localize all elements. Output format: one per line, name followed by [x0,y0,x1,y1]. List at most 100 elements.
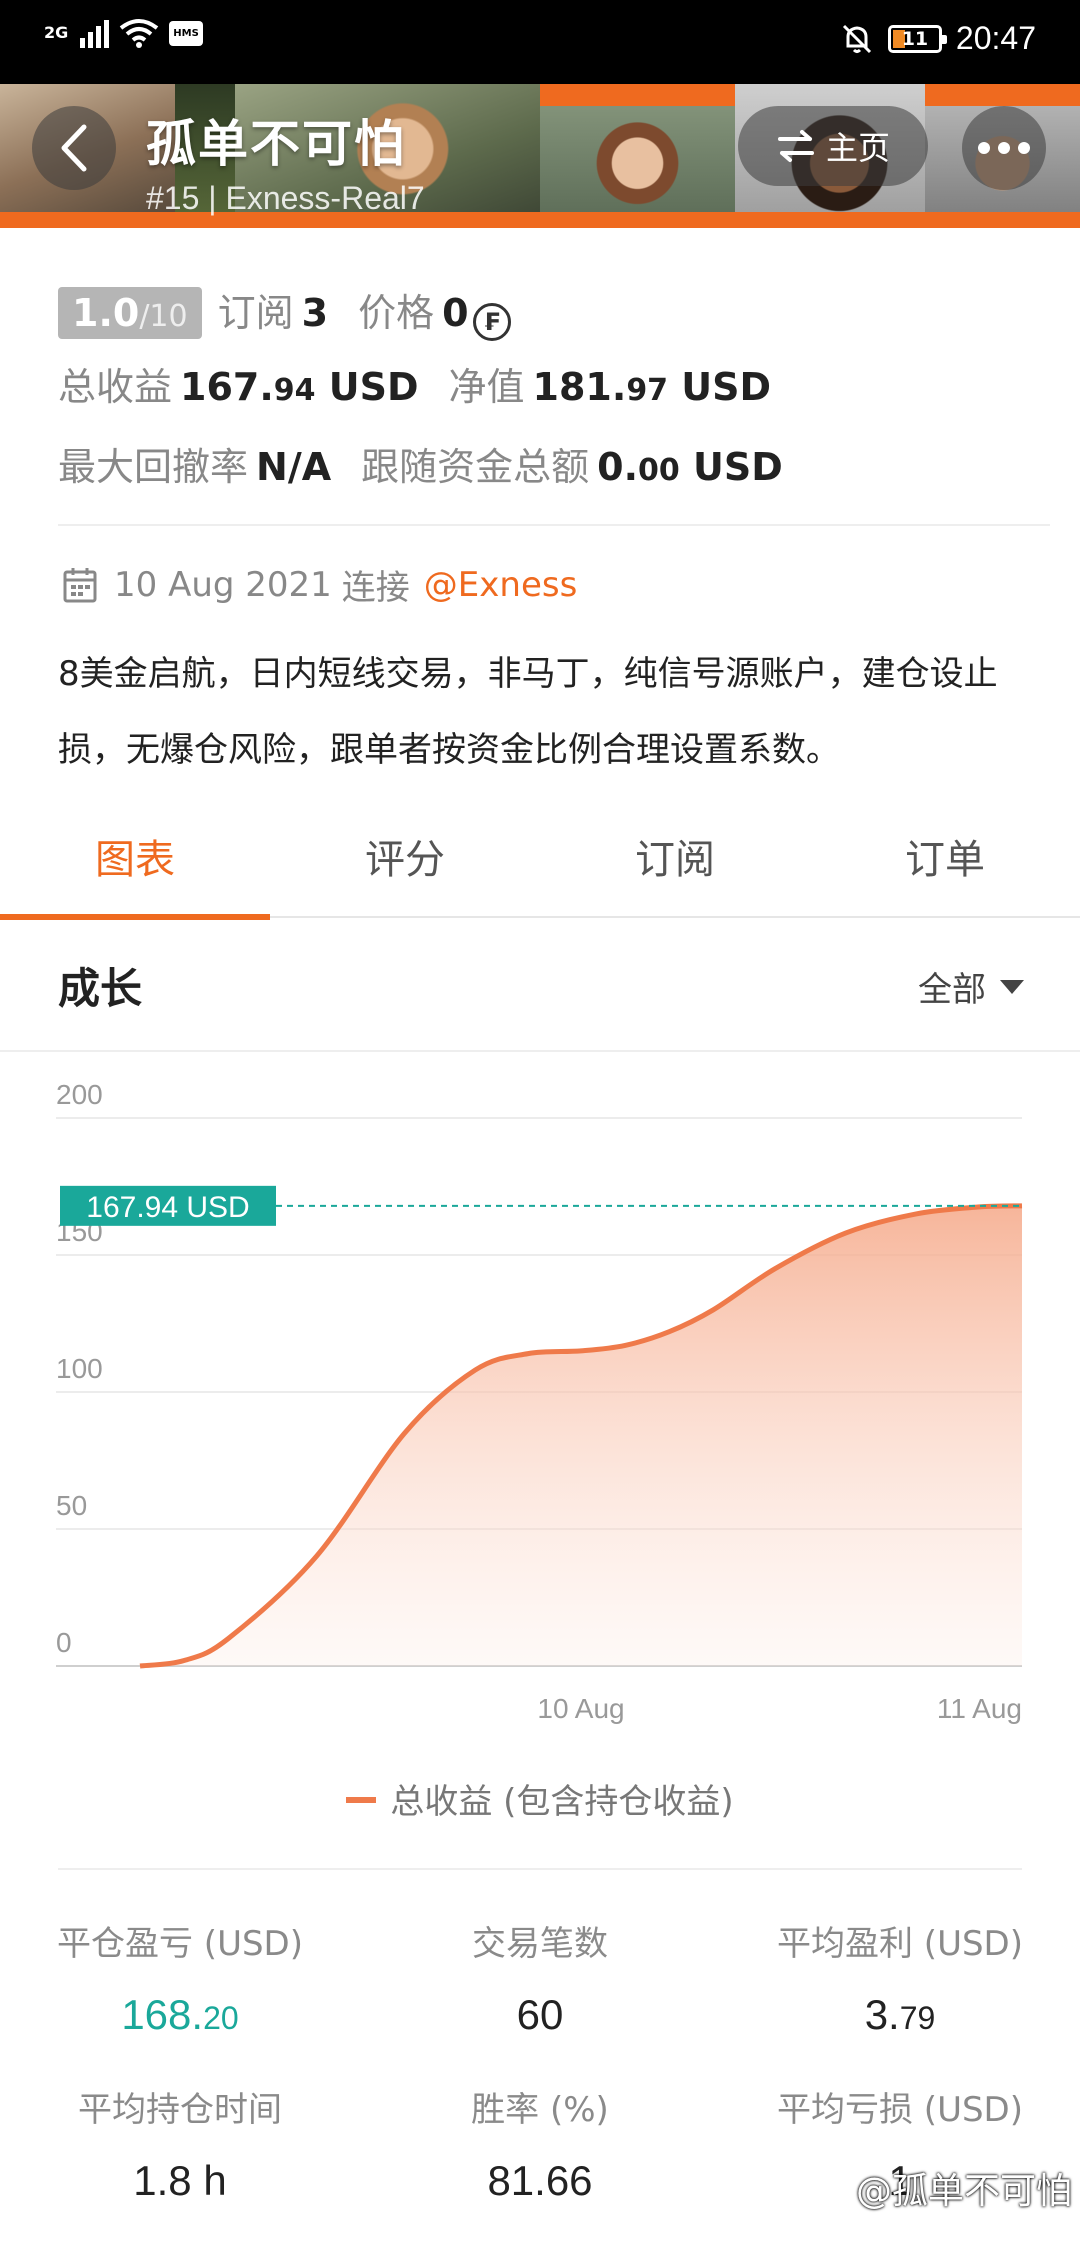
growth-filter-label: 全部 [918,970,986,1010]
legend-label: 总收益 (包含持仓收益) [390,1782,734,1822]
stat-value: 1.8 h [0,2157,360,2205]
divider [0,1050,1080,1052]
more-dot-icon [1018,142,1030,154]
total-profit-label: 总收益 [58,365,173,409]
tab-bar: 图表 评分 订阅 订单 [0,820,1080,920]
calendar-icon [63,567,97,602]
info-row-rating: 1.0 /10 订阅 3 价格 0 ₣ [58,282,1038,342]
home-button[interactable]: 主页 [738,106,928,186]
stat-value: 3.79 [720,1991,1080,2039]
y-tick-label: 200 [56,1080,103,1110]
stat-value: 60 [360,1991,720,2039]
x-tick-label: 11 Aug [937,1693,1022,1724]
signal-icon [80,18,110,48]
rating-score: 1.0 [72,291,140,335]
stat-value-dec: 79 [899,2000,936,2036]
stat-label: 平均亏损 (USD) [777,2090,1023,2130]
wifi-icon [120,19,159,48]
stat-value-int: 60 [516,1991,564,2038]
stat-value-int: 3. [864,1991,900,2038]
network-type: 2G [44,23,69,42]
stat-value-int: 1.8 h [133,2157,227,2204]
equity-unit: USD [668,365,772,409]
y-tick-label: 100 [56,1353,103,1384]
connect-label: 连接 [341,568,410,608]
currency-coin-icon: ₣ [472,303,511,341]
total-profit-dec: 94 [273,373,316,408]
info-row-drawdown: 最大回撤率 N/A 跟随资金总额 0.00 USD [58,436,1038,496]
more-dot-icon [998,142,1010,154]
price-value: 0 [442,291,469,335]
stat-win-rate: 胜率 (%) 81.66 [360,2082,720,2205]
back-button[interactable] [32,106,116,190]
rating-badge: 1.0 /10 [58,287,202,339]
stat-trade-count: 交易笔数 60 [360,1916,720,2039]
weibo-logo-icon [811,2173,848,2203]
connect-date: 10 Aug 2021 [114,564,332,605]
stat-closed-pnl: 平仓盈亏 (USD) 168.20 [0,1916,360,2039]
equity-dec: 97 [626,373,669,408]
account-subtitle: #15 | Exness-Real7 [146,180,425,216]
stat-value: 168.20 [0,1991,360,2039]
growth-title: 成长 [58,964,143,1013]
profile-banner: 孤单不可怕 #15 | Exness-Real7 主页 [0,84,1080,228]
stat-value-int: 81.66 [487,2157,593,2204]
legend-swatch [346,1796,377,1803]
stat-avg-profit: 平均盈利 (USD) 3.79 [720,1916,1080,2039]
more-button[interactable] [962,106,1046,190]
banner-orange-accent-2 [925,84,1080,106]
watermark-text: @孤单不可怕 [855,2171,1072,2212]
stat-label: 交易笔数 [472,1924,608,1964]
battery-icon: 11 [887,24,947,53]
tab-orders[interactable]: 订单 [810,820,1080,916]
status-right: 11 20:47 [840,20,1036,57]
stat-label: 平均盈利 (USD) [777,1924,1023,1964]
divider [58,524,1050,526]
broker-link[interactable]: @Exness [424,565,578,605]
switch-icon [777,130,814,162]
growth-filter-dropdown[interactable]: 全部 [918,962,1024,1011]
signal-description: 8美金启航，日内短线交易，非马丁，纯信号源账户，建仓设止损，无爆仓风险，跟单者按… [58,654,998,770]
stat-label: 胜率 (%) [471,2090,609,2130]
tab-rating[interactable]: 评分 [270,820,540,916]
equity-value: 181.97 USD [533,365,772,409]
subscribe-count: 3 [301,291,329,335]
page-title: 孤单不可怕 [146,115,406,173]
signal-info: 1.0 /10 订阅 3 价格 0 ₣ 总收益 167.94 USD 净值 18… [58,282,1038,496]
drawdown-value: N/A [256,445,332,489]
follow-funds-unit: USD [679,445,783,489]
banner-orange-accent [540,84,735,106]
total-profit-int: 167. [180,365,274,409]
stat-label: 平仓盈亏 (USD) [57,1924,303,1964]
total-profit-unit: USD [315,365,419,409]
status-left: 2G HMS [44,18,203,48]
clock: 20:47 [955,20,1036,56]
x-tick-label: 10 Aug [537,1693,624,1724]
series-area-fill [140,1205,1022,1666]
follow-funds-value: 0.00 USD [597,445,783,489]
y-tick-label: 50 [56,1490,87,1521]
follow-funds-dec: 00 [638,453,680,488]
tab-chart[interactable]: 图表 [0,820,270,920]
tab-subscribe[interactable]: 订阅 [540,820,810,916]
battery-level: 11 [901,27,929,50]
stat-value-dec: 20 [203,2000,239,2036]
total-profit-value: 167.94 USD [180,365,419,409]
current-value-label: 167.94 USD [86,1191,249,1224]
connect-info: 10 Aug 2021 连接 @Exness [62,560,577,609]
bell-off-icon [842,24,871,53]
price-label: 价格 [358,291,435,335]
equity-int: 181. [532,365,627,409]
info-row-profit: 总收益 167.94 USD 净值 181.97 USD [58,356,1038,416]
equity-label: 净值 [448,365,525,409]
chart-legend: 总收益 (包含持仓收益) [0,1774,1080,1823]
watermark: @孤单不可怕 [810,2162,1072,2214]
follow-funds-label: 跟随资金总额 [361,445,590,489]
status-bar: 2G HMS 11 20:47 [0,0,1080,84]
hms-icon: HMS [169,20,203,46]
growth-chart: 05010015020010 Aug 11 Aug167.94 USD [56,1080,1023,1724]
stat-label: 平均持仓时间 [78,2090,282,2130]
drawdown-label: 最大回撤率 [58,445,249,489]
chart-area [139,1203,1023,1669]
chevron-left-icon [61,124,87,172]
